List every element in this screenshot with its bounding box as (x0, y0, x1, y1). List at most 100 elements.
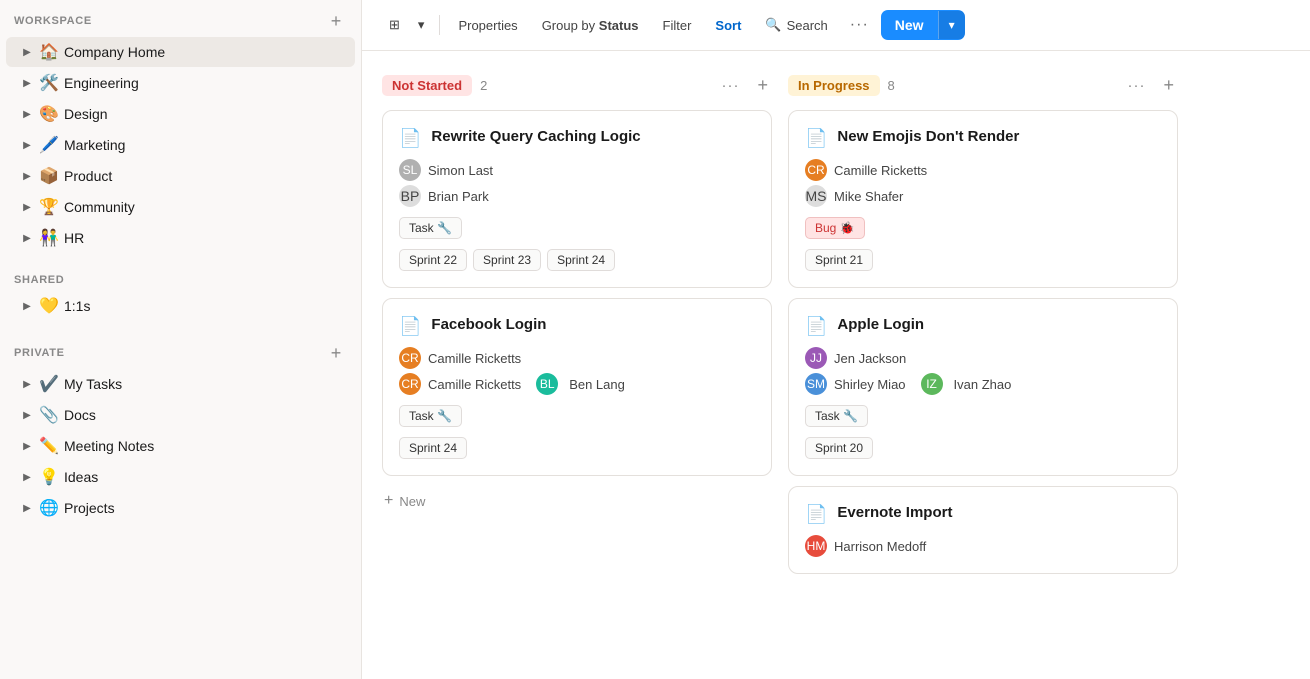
column-in-progress: In Progress 8 ··· + 📄 New Emojis Don't R… (788, 71, 1178, 574)
sidebar-item-projects[interactable]: ▶ 🌐 Projects ··· + (6, 493, 355, 523)
sidebar-item-label: 1:1s (64, 298, 345, 314)
item-icon: 📦 (38, 166, 60, 186)
card-card-4[interactable]: 📄 Apple Login JJJen JacksonSMShirley Mia… (788, 298, 1178, 476)
card-people: HMHarrison Medoff (805, 535, 1161, 557)
toolbar: ⊞ ▾ Properties Group by Status Filter So… (362, 0, 1310, 51)
sidebar-item-marketing[interactable]: ▶ 🖊️ Marketing ··· + (6, 130, 355, 160)
sidebar-item-meeting-notes[interactable]: ▶ ✏️ Meeting Notes ··· + (6, 431, 355, 461)
chevron-icon: ▶ (20, 301, 34, 312)
private-add-button[interactable]: + (325, 342, 347, 364)
properties-button[interactable]: Properties (448, 12, 527, 39)
card-tags: Task 🔧 (805, 405, 1161, 427)
avatar: CR (805, 159, 827, 181)
grid-icon: ⊞ (389, 17, 400, 33)
sprint-tag[interactable]: Sprint 22 (399, 249, 467, 271)
card-card-2[interactable]: 📄 Facebook Login CRCamille RickettsCRCam… (382, 298, 772, 476)
card-person: CRCamille Ricketts (399, 347, 755, 369)
card-people: JJJen JacksonSMShirley Miao IZIvan Zhao (805, 347, 1161, 395)
new-dropdown-button[interactable]: ▾ (938, 11, 965, 39)
tag[interactable]: Task 🔧 (399, 217, 462, 239)
person-name: Shirley Miao (834, 377, 906, 392)
column-more-button-in-progress[interactable]: ··· (1121, 75, 1151, 96)
filter-button[interactable]: Filter (653, 12, 702, 39)
doc-icon: 📄 (805, 316, 827, 337)
card-tags: Bug 🐞 (805, 217, 1161, 239)
sidebar-item-my-tasks[interactable]: ▶ ✔️ My Tasks ··· + (6, 369, 355, 399)
item-icon: 🏠 (38, 42, 60, 62)
sidebar-item-label: Product (64, 168, 345, 184)
card-card-1[interactable]: 📄 Rewrite Query Caching Logic SLSimon La… (382, 110, 772, 288)
avatar: SL (399, 159, 421, 181)
column-more-button-not-started[interactable]: ··· (715, 75, 745, 96)
person-name: Ivan Zhao (954, 377, 1012, 392)
sidebar-item-label: Docs (64, 407, 345, 423)
doc-icon: 📄 (805, 504, 827, 525)
status-badge-in-progress: In Progress (788, 75, 880, 96)
sort-button[interactable]: Sort (705, 12, 751, 39)
workspace-add-button[interactable]: + (325, 10, 347, 32)
avatar: SM (805, 373, 827, 395)
card-sprints: Sprint 24 (399, 437, 755, 459)
card-people: CRCamille RickettsCRCamille Ricketts BLB… (399, 347, 755, 395)
sprint-tag[interactable]: Sprint 24 (399, 437, 467, 459)
sidebar-item-1on1s[interactable]: ▶ 💛 1:1s ··· + (6, 291, 355, 321)
column-new-item-button[interactable]: +New (382, 486, 772, 516)
item-icon: 👫 (38, 228, 60, 248)
view-dropdown-button[interactable]: ▾ (411, 12, 432, 38)
chevron-icon: ▶ (20, 233, 34, 244)
sidebar-item-ideas[interactable]: ▶ 💡 Ideas ··· + (6, 462, 355, 492)
sprint-tag[interactable]: Sprint 21 (805, 249, 873, 271)
card-title: Evernote Import (837, 503, 952, 523)
person-name: Harrison Medoff (834, 539, 926, 554)
doc-icon: 📄 (805, 128, 827, 149)
person-name: Camille Ricketts (428, 351, 521, 366)
sidebar-item-product[interactable]: ▶ 📦 Product ··· + (6, 161, 355, 191)
sidebar-item-company-home[interactable]: ▶ 🏠 Company Home ··· + (6, 37, 355, 67)
item-icon: 🌐 (38, 498, 60, 518)
toolbar-separator-1 (439, 15, 440, 35)
column-header-in-progress: In Progress 8 ··· + (788, 71, 1178, 100)
card-title: Apple Login (837, 315, 924, 335)
toolbar-more-button[interactable]: ··· (842, 11, 877, 39)
sidebar-item-design[interactable]: ▶ 🎨 Design ··· + (6, 99, 355, 129)
column-add-button-not-started[interactable]: + (753, 73, 772, 98)
card-person: MSMike Shafer (805, 185, 1161, 207)
search-label: Search (787, 18, 828, 33)
column-add-button-in-progress[interactable]: + (1159, 73, 1178, 98)
sidebar-item-hr[interactable]: ▶ 👫 HR ··· + (6, 223, 355, 253)
tag[interactable]: Task 🔧 (399, 405, 462, 427)
tag[interactable]: Bug 🐞 (805, 217, 865, 239)
new-item-label: New (399, 494, 425, 509)
card-person: BPBrian Park (399, 185, 755, 207)
sprint-tag[interactable]: Sprint 20 (805, 437, 873, 459)
tag[interactable]: Task 🔧 (805, 405, 868, 427)
person-name: Ben Lang (569, 377, 625, 392)
sprint-tag[interactable]: Sprint 24 (547, 249, 615, 271)
search-button[interactable]: 🔍 Search (755, 11, 837, 39)
main-content: ⊞ ▾ Properties Group by Status Filter So… (362, 0, 1310, 679)
card-card-3[interactable]: 📄 New Emojis Don't Render CRCamille Rick… (788, 110, 1178, 288)
sprint-tag[interactable]: Sprint 23 (473, 249, 541, 271)
chevron-down-icon: ▾ (418, 17, 425, 33)
chevron-icon: ▶ (20, 410, 34, 421)
view-toggle-button[interactable]: ⊞ (382, 12, 407, 38)
group-by-field: Status (599, 18, 639, 33)
chevron-icon: ▶ (20, 109, 34, 120)
card-title-row: 📄 Evernote Import (805, 503, 1161, 525)
group-by-button[interactable]: Group by Status (532, 12, 649, 39)
sidebar-item-label: Design (64, 106, 345, 122)
new-button[interactable]: New (881, 10, 938, 40)
sidebar-item-label: Ideas (64, 469, 345, 485)
column-count-not-started: 2 (480, 78, 487, 93)
column-header-not-started: Not Started 2 ··· + (382, 71, 772, 100)
sidebar-item-community[interactable]: ▶ 🏆 Community ··· + (6, 192, 355, 222)
sidebar-item-label: Engineering (64, 75, 345, 91)
card-person: CRCamille Ricketts (805, 159, 1161, 181)
sidebar-item-engineering[interactable]: ▶ 🛠️ Engineering ··· + (6, 68, 355, 98)
chevron-icon: ▶ (20, 47, 34, 58)
sidebar-item-docs[interactable]: ▶ 📎 Docs ··· + (6, 400, 355, 430)
card-title-row: 📄 Rewrite Query Caching Logic (399, 127, 755, 149)
card-card-5[interactable]: 📄 Evernote Import HMHarrison Medoff (788, 486, 1178, 574)
doc-icon: 📄 (399, 128, 421, 149)
avatar: BL (536, 373, 558, 395)
